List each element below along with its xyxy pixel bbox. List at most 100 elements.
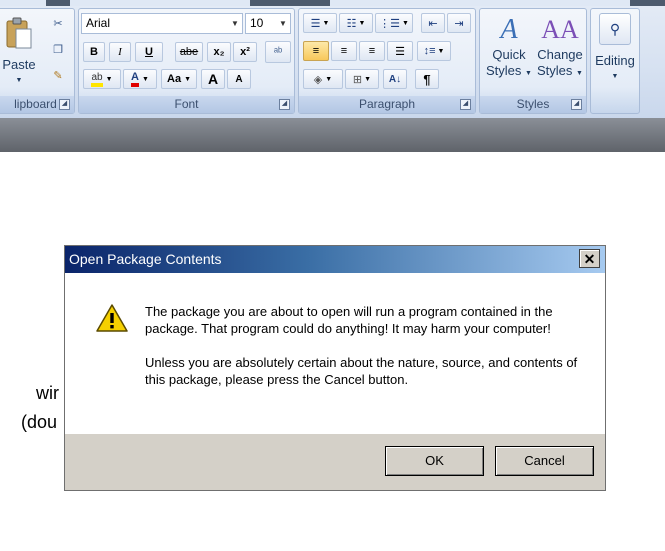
dialog-titlebar[interactable]: Open Package Contents ✕ bbox=[65, 246, 605, 273]
cancel-button[interactable]: Cancel bbox=[495, 446, 594, 476]
quick-styles-button[interactable]: A Quick Styles ▼ bbox=[484, 13, 534, 82]
grow-font-button[interactable]: A bbox=[201, 69, 225, 89]
chevron-down-icon: ▼ bbox=[576, 70, 583, 77]
font-name-combo[interactable]: Arial ▼ bbox=[81, 13, 243, 34]
strikethrough-button[interactable]: abe bbox=[175, 42, 203, 62]
copy-icon: ❐ bbox=[53, 43, 63, 56]
styles-launcher-icon[interactable]: ◢ bbox=[571, 99, 582, 110]
clear-formatting-icon: ᵃᵇ bbox=[273, 46, 283, 58]
chevron-down-icon: ▼ bbox=[231, 19, 239, 28]
format-painter-button[interactable]: ✎ bbox=[47, 65, 69, 85]
ok-button[interactable]: OK bbox=[385, 446, 484, 476]
sort-button[interactable]: A↓ bbox=[383, 69, 407, 89]
justify-icon: ☰ bbox=[395, 45, 405, 58]
chevron-down-icon: ▼ bbox=[279, 19, 287, 28]
ribbon: Paste ▼ ✂ ❐ ✎ lipboard ◢ Arial ▼ 10 ▼ B … bbox=[0, 0, 665, 118]
align-right-icon: ≡ bbox=[368, 45, 376, 57]
chevron-down-icon: ▼ bbox=[105, 75, 113, 83]
clipboard-group: Paste ▼ ✂ ❐ ✎ lipboard ◢ bbox=[0, 8, 75, 114]
chevron-down-icon: ▼ bbox=[525, 70, 532, 77]
multilevel-list-icon: ⋮☰ bbox=[379, 17, 400, 30]
numbering-icon: ☷ bbox=[346, 17, 357, 30]
justify-button[interactable]: ☰ bbox=[387, 41, 413, 61]
shrink-font-button[interactable]: A bbox=[227, 69, 251, 89]
chevron-down-icon: ▼ bbox=[611, 73, 619, 80]
paragraph-group-label: Paragraph bbox=[299, 96, 475, 113]
font-size-combo[interactable]: 10 ▼ bbox=[245, 13, 291, 34]
paragraph-launcher-icon[interactable]: ◢ bbox=[460, 99, 471, 110]
binoculars-icon: ⚲ bbox=[599, 13, 631, 45]
chevron-down-icon: ▼ bbox=[364, 75, 372, 83]
underline-button[interactable]: U bbox=[135, 42, 163, 62]
chevron-down-icon: ▼ bbox=[322, 19, 330, 27]
subscript-button[interactable]: x₂ bbox=[207, 42, 231, 62]
align-center-button[interactable]: ≡ bbox=[331, 41, 357, 61]
borders-icon: ⊞ bbox=[352, 73, 363, 86]
quick-styles-label-2: Styles bbox=[486, 63, 522, 78]
quick-styles-label-1: Quick bbox=[492, 47, 526, 62]
font-group-label: Font bbox=[79, 96, 294, 113]
align-right-button[interactable]: ≡ bbox=[359, 41, 385, 61]
editing-label: Editing bbox=[595, 53, 635, 68]
increase-indent-icon: ⇥ bbox=[454, 17, 464, 30]
multilevel-list-button[interactable]: ⋮☰ ▼ bbox=[375, 13, 413, 33]
editing-group[interactable]: ⚲ Editing ▼ bbox=[590, 8, 640, 114]
cut-button[interactable]: ✂ bbox=[47, 13, 69, 33]
document-text-line-1: wir bbox=[36, 383, 59, 403]
dialog-title: Open Package Contents bbox=[69, 251, 222, 267]
font-name-value: Arial bbox=[86, 16, 111, 30]
editing-button[interactable]: ⚲ Editing ▼ bbox=[592, 13, 638, 85]
bullets-button[interactable]: ☰ ▼ bbox=[303, 13, 337, 33]
font-group: Arial ▼ 10 ▼ B I U abe x₂ x² ᵃᵇ ab ▼ A ▼… bbox=[78, 8, 295, 114]
paint-bucket-icon: ◈ bbox=[313, 73, 323, 86]
ribbon-tab-strip bbox=[0, 0, 665, 6]
scissors-icon: ✂ bbox=[53, 17, 63, 30]
dialog-message-paragraph-2: Unless you are absolutely certain about … bbox=[145, 355, 578, 387]
change-case-button[interactable]: Aa ▼ bbox=[161, 69, 197, 89]
decrease-indent-icon: ⇤ bbox=[428, 17, 438, 30]
paste-button[interactable]: Paste ▼ bbox=[0, 15, 39, 89]
decrease-indent-button[interactable]: ⇤ bbox=[421, 13, 445, 33]
brush-icon: ✎ bbox=[53, 69, 63, 82]
paste-icon bbox=[6, 17, 32, 49]
align-left-button[interactable]: ≡ bbox=[303, 41, 329, 61]
ribbon-bottom-bar bbox=[0, 118, 665, 152]
paragraph-group: ☰ ▼ ☷ ▼ ⋮☰ ▼ ⇤ ⇥ ≡ ≡ ≡ ☰ ↕≡ ▼ ◈ ▼ ⊞ ▼ A↓… bbox=[298, 8, 476, 114]
document-text-line-2: (dou bbox=[21, 412, 58, 432]
show-hide-button[interactable]: ¶ bbox=[415, 69, 439, 89]
chevron-down-icon: ▼ bbox=[184, 75, 191, 83]
clipboard-launcher-icon[interactable]: ◢ bbox=[59, 99, 70, 110]
borders-button[interactable]: ⊞ ▼ bbox=[345, 69, 379, 89]
numbering-button[interactable]: ☷ ▼ bbox=[339, 13, 373, 33]
paste-label: Paste bbox=[2, 57, 36, 72]
chevron-down-icon: ▼ bbox=[142, 75, 149, 83]
increase-indent-button[interactable]: ⇥ bbox=[447, 13, 471, 33]
close-button[interactable]: ✕ bbox=[579, 249, 600, 268]
dialog-message-paragraph-1: The package you are about to open will r… bbox=[145, 304, 553, 336]
highlight-button[interactable]: ab ▼ bbox=[83, 69, 121, 89]
dialog-message: The package you are about to open will r… bbox=[145, 303, 585, 405]
styles-group: A Quick Styles ▼ AA Change Styles ▼ Styl… bbox=[479, 8, 587, 114]
dialog-body: The package you are about to open will r… bbox=[65, 273, 605, 434]
change-styles-button[interactable]: AA Change Styles ▼ bbox=[534, 13, 586, 82]
chevron-down-icon: ▼ bbox=[15, 77, 23, 84]
line-spacing-button[interactable]: ↕≡ ▼ bbox=[417, 41, 451, 61]
copy-button[interactable]: ❐ bbox=[47, 39, 69, 59]
shading-button[interactable]: ◈ ▼ bbox=[303, 69, 343, 89]
superscript-button[interactable]: x² bbox=[233, 42, 257, 62]
clear-formatting-button[interactable]: ᵃᵇ bbox=[265, 41, 291, 63]
align-left-icon: ≡ bbox=[312, 45, 320, 57]
change-styles-icon: AA bbox=[541, 15, 579, 44]
quick-styles-icon: A bbox=[500, 14, 518, 45]
align-center-icon: ≡ bbox=[340, 45, 348, 57]
italic-button[interactable]: I bbox=[109, 42, 131, 62]
font-color-button[interactable]: A ▼ bbox=[123, 69, 157, 89]
warning-icon bbox=[96, 304, 128, 332]
change-styles-label-1: Change bbox=[537, 47, 583, 62]
font-launcher-icon[interactable]: ◢ bbox=[279, 99, 290, 110]
close-icon: ✕ bbox=[583, 251, 596, 267]
bold-button[interactable]: B bbox=[83, 42, 105, 62]
change-case-label: Aa bbox=[167, 73, 182, 85]
open-package-dialog: Open Package Contents ✕ The package you … bbox=[64, 245, 606, 491]
chevron-down-icon: ▼ bbox=[325, 75, 333, 83]
